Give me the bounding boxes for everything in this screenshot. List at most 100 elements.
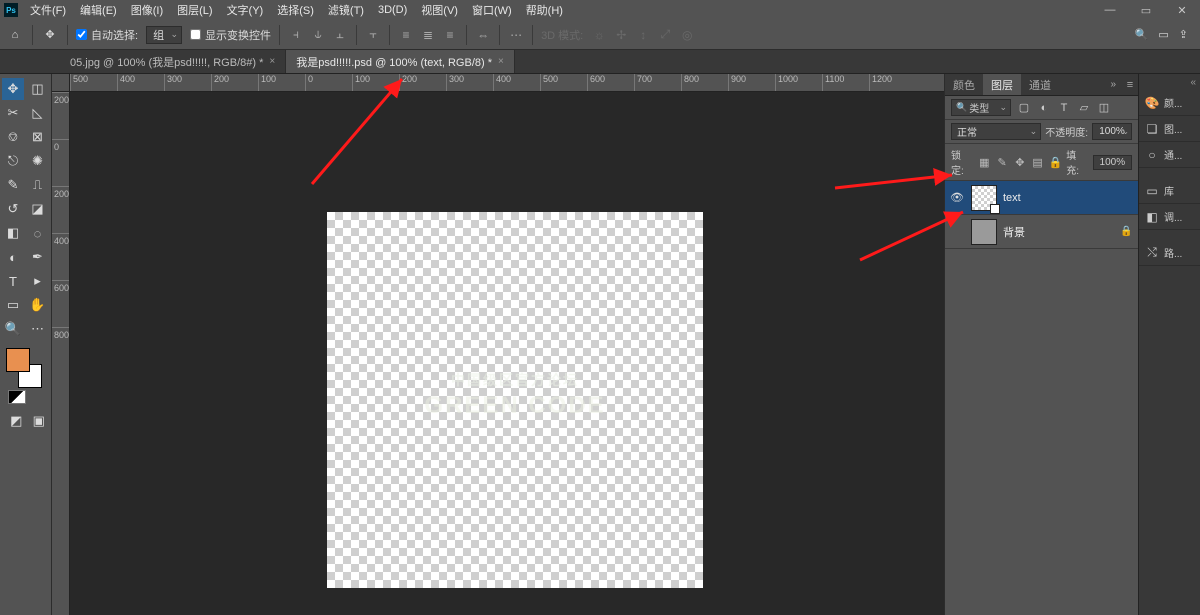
zoom-tool-icon[interactable]: 🔍 (2, 318, 24, 340)
distribute-bottom-icon[interactable]: ≡ (442, 27, 458, 43)
brush-tool-icon[interactable]: ✎ (2, 174, 24, 196)
crop-tool-icon[interactable]: ⎊ (2, 126, 24, 148)
strip-libraries[interactable]: ▭库 (1139, 178, 1200, 204)
menu-select[interactable]: 选择(S) (271, 0, 320, 20)
window-maximize-icon[interactable]: ▭ (1128, 0, 1164, 20)
canvas-area[interactable]: 500 400 300 200 100 0 100 200 300 400 50… (52, 74, 944, 615)
lock-brush-icon[interactable]: ✎ (995, 155, 1009, 169)
strip-color[interactable]: 🎨颜... (1139, 90, 1200, 116)
auto-select-checkbox[interactable]: 自动选择: (76, 27, 138, 43)
filter-adjustment-icon[interactable]: ◐ (1037, 101, 1051, 115)
strip-swatches[interactable]: ❏图... (1139, 116, 1200, 142)
polygonal-lasso-tool-icon[interactable]: ◺ (27, 102, 49, 124)
align-top-icon[interactable]: ⫟ (365, 27, 381, 43)
filter-type-icon[interactable]: T (1057, 101, 1071, 115)
panel-collapse-icon[interactable]: » (1104, 74, 1122, 95)
auto-select-target-dropdown[interactable]: 组 (146, 26, 182, 44)
menu-window[interactable]: 窗口(W) (466, 0, 518, 20)
menu-layer[interactable]: 图层(L) (171, 0, 218, 20)
strip-channels[interactable]: ○通... (1139, 142, 1200, 168)
filter-shape-icon[interactable]: ▱ (1077, 101, 1091, 115)
menu-view[interactable]: 视图(V) (415, 0, 464, 20)
layer-thumbnail[interactable] (971, 185, 997, 211)
menu-3d[interactable]: 3D(D) (372, 2, 413, 18)
layer-name[interactable]: 背景 (1003, 224, 1114, 240)
strip-collapse-icon[interactable]: « (1139, 74, 1200, 90)
visibility-toggle-icon[interactable]: 👁 (949, 191, 965, 204)
menu-file[interactable]: 文件(F) (24, 0, 72, 20)
close-tab-icon[interactable]: × (269, 56, 275, 67)
ruler-origin[interactable] (52, 74, 70, 92)
window-close-icon[interactable]: ✕ (1164, 0, 1200, 20)
horizontal-ruler[interactable]: 500 400 300 200 100 0 100 200 300 400 50… (70, 74, 944, 92)
fill-field[interactable]: 100% (1093, 155, 1132, 170)
lock-all-icon[interactable]: 🔒 (1048, 155, 1062, 169)
layer-filter-dropdown[interactable]: 类型 (951, 99, 1011, 116)
move-tool-icon[interactable]: ✥ (41, 26, 59, 44)
path-selection-tool-icon[interactable]: ▸ (27, 270, 49, 292)
pen-tool-icon[interactable]: ✒ (27, 246, 49, 268)
eyedropper-tool-icon[interactable]: ⎋ (2, 150, 24, 172)
align-left-edges-icon[interactable]: ⫞ (288, 27, 304, 43)
home-icon[interactable]: ⌂ (6, 26, 24, 44)
opacity-field[interactable]: 100% (1092, 123, 1132, 140)
gradient-tool-icon[interactable]: ◧ (2, 222, 24, 244)
share-icon[interactable]: ⇪ (1179, 28, 1188, 41)
screen-mode-icon[interactable]: ▣ (29, 410, 50, 432)
foreground-swatch[interactable] (6, 348, 30, 372)
show-transform-controls-checkbox[interactable]: 显示变换控件 (190, 27, 271, 43)
strip-paths[interactable]: ⤭路... (1139, 240, 1200, 266)
lasso-tool-icon[interactable]: ✂ (2, 102, 24, 124)
edit-toolbar-icon[interactable]: ⋯ (27, 318, 49, 340)
lock-pixels-icon[interactable]: ▦ (977, 155, 991, 169)
vertical-ruler[interactable]: 200 0 200 400 600 800 (52, 92, 70, 615)
align-right-edges-icon[interactable]: ⫠ (332, 27, 348, 43)
lock-artboard-icon[interactable]: ▤ (1031, 155, 1045, 169)
clone-stamp-tool-icon[interactable]: ⎍ (27, 174, 49, 196)
strip-adjustments[interactable]: ◧调... (1139, 204, 1200, 230)
search-icon[interactable]: 🔍 (1135, 28, 1149, 41)
dodge-tool-icon[interactable]: ◐ (2, 246, 24, 268)
filter-pixel-icon[interactable]: ▢ (1017, 101, 1031, 115)
quickmask-icon[interactable]: ◩ (6, 410, 27, 432)
type-tool-icon[interactable]: T (2, 270, 24, 292)
layers-panel-tab[interactable]: 图层 (983, 74, 1021, 95)
color-panel-tab[interactable]: 颜色 (945, 74, 983, 95)
menu-help[interactable]: 帮助(H) (520, 0, 569, 20)
hand-tool-icon[interactable]: ✋ (27, 294, 49, 316)
marquee-tool-icon[interactable]: ◫ (27, 78, 49, 100)
menu-filter[interactable]: 滤镜(T) (322, 0, 370, 20)
more-options-icon[interactable]: ⋯ (508, 27, 524, 43)
eraser-tool-icon[interactable]: ◪ (27, 198, 49, 220)
menu-image[interactable]: 图像(I) (125, 0, 169, 20)
distribute-vcenter-icon[interactable]: ≣ (420, 27, 436, 43)
window-minimize-icon[interactable]: — (1092, 0, 1128, 20)
color-swatches[interactable] (6, 348, 46, 388)
distribute-hspace-icon[interactable]: ⇔ (475, 27, 491, 43)
frame-tool-icon[interactable]: ⊠ (27, 126, 49, 148)
document-tab-1[interactable]: 05.jpg @ 100% (我是psd!!!!!, RGB/8#) * × (60, 50, 286, 73)
canvas-text-layer[interactable]: 中国级区官方论坛 GREEN CODE (327, 370, 703, 420)
move-tool-icon[interactable]: ✥ (2, 78, 24, 100)
distribute-top-icon[interactable]: ≡ (398, 27, 414, 43)
default-colors-icon[interactable] (8, 390, 26, 404)
layer-row-background[interactable]: 背景 🔒 (945, 215, 1138, 249)
layer-row-text[interactable]: 👁 text (945, 181, 1138, 215)
menu-edit[interactable]: 编辑(E) (74, 0, 123, 20)
menu-type[interactable]: 文字(Y) (221, 0, 270, 20)
close-tab-icon[interactable]: × (498, 56, 504, 67)
layer-name[interactable]: text (1003, 192, 1134, 204)
filter-smart-icon[interactable]: ◫ (1097, 101, 1111, 115)
spot-healing-tool-icon[interactable]: ✺ (27, 150, 49, 172)
blur-tool-icon[interactable]: ◌ (27, 222, 49, 244)
blend-mode-dropdown[interactable]: 正常 (951, 123, 1041, 140)
panel-menu-icon[interactable]: ≡ (1122, 74, 1138, 95)
history-brush-tool-icon[interactable]: ↺ (2, 198, 24, 220)
align-horizontal-centers-icon[interactable]: ⫝ (310, 27, 326, 43)
channels-panel-tab[interactable]: 通道 (1021, 74, 1059, 95)
arrange-documents-icon[interactable]: ▭ (1158, 28, 1168, 41)
rectangle-tool-icon[interactable]: ▭ (2, 294, 24, 316)
lock-position-icon[interactable]: ✥ (1013, 155, 1027, 169)
layer-thumbnail[interactable] (971, 219, 997, 245)
document-tab-2[interactable]: 我是psd!!!!!.psd @ 100% (text, RGB/8) * × (286, 50, 515, 73)
